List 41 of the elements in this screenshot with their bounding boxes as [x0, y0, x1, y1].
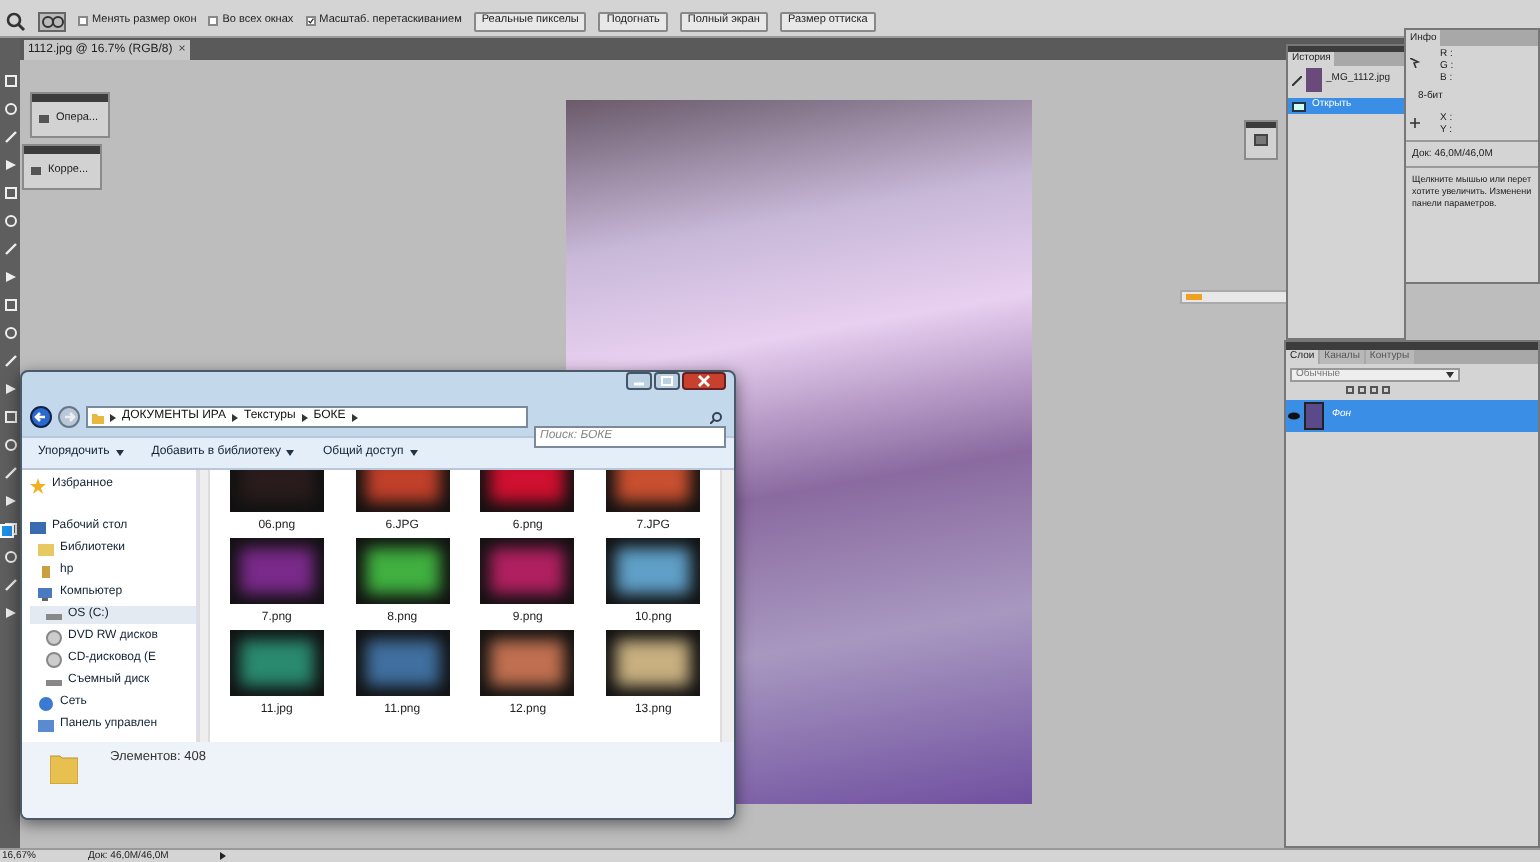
eyedropper-icon [1410, 58, 1420, 68]
checkmark-icon [307, 16, 314, 26]
eye-icon[interactable] [1288, 412, 1300, 420]
zoom-icon[interactable] [6, 11, 26, 31]
forward-arrow-icon[interactable] [58, 406, 80, 428]
chevron-icon [301, 413, 308, 421]
thumbnail-placeholder [1304, 402, 1324, 430]
back-arrow-icon[interactable] [30, 406, 52, 428]
globe-icon [38, 695, 54, 711]
document-icon [1292, 101, 1306, 111]
panel-icon[interactable] [30, 165, 42, 176]
brush-icon [1292, 75, 1302, 85]
crosshair-icon [1410, 117, 1420, 127]
caret-icon [409, 450, 418, 456]
chevron-icon [110, 413, 116, 421]
scrollbar[interactable] [198, 470, 210, 742]
caret-icon [115, 450, 124, 456]
panel-icon[interactable] [38, 113, 50, 124]
progress-indicator-icon [1186, 294, 1202, 300]
disc-icon [46, 629, 62, 645]
user-icon [38, 563, 54, 579]
computer-icon [38, 585, 54, 601]
star-icon [30, 477, 46, 493]
chevron-icon [232, 413, 238, 421]
folder-icon [38, 541, 54, 557]
arrow-icon[interactable] [220, 852, 227, 860]
caret-icon [1446, 372, 1454, 378]
thumbnail-placeholder [1306, 68, 1322, 92]
control-panel-icon [38, 717, 54, 733]
desktop-icon [30, 519, 46, 535]
close-icon[interactable] [682, 372, 726, 390]
minimize-icon[interactable] [626, 372, 652, 390]
maximize-icon[interactable] [654, 372, 680, 390]
folder-icon [50, 752, 78, 784]
chevron-icon [351, 413, 358, 421]
search-icon[interactable] [710, 411, 722, 423]
caret-icon [286, 450, 295, 456]
zoom-mode-icon[interactable] [38, 11, 66, 31]
folder-icon [92, 411, 104, 423]
scrollbar[interactable] [720, 470, 734, 742]
disc-icon [46, 651, 62, 667]
